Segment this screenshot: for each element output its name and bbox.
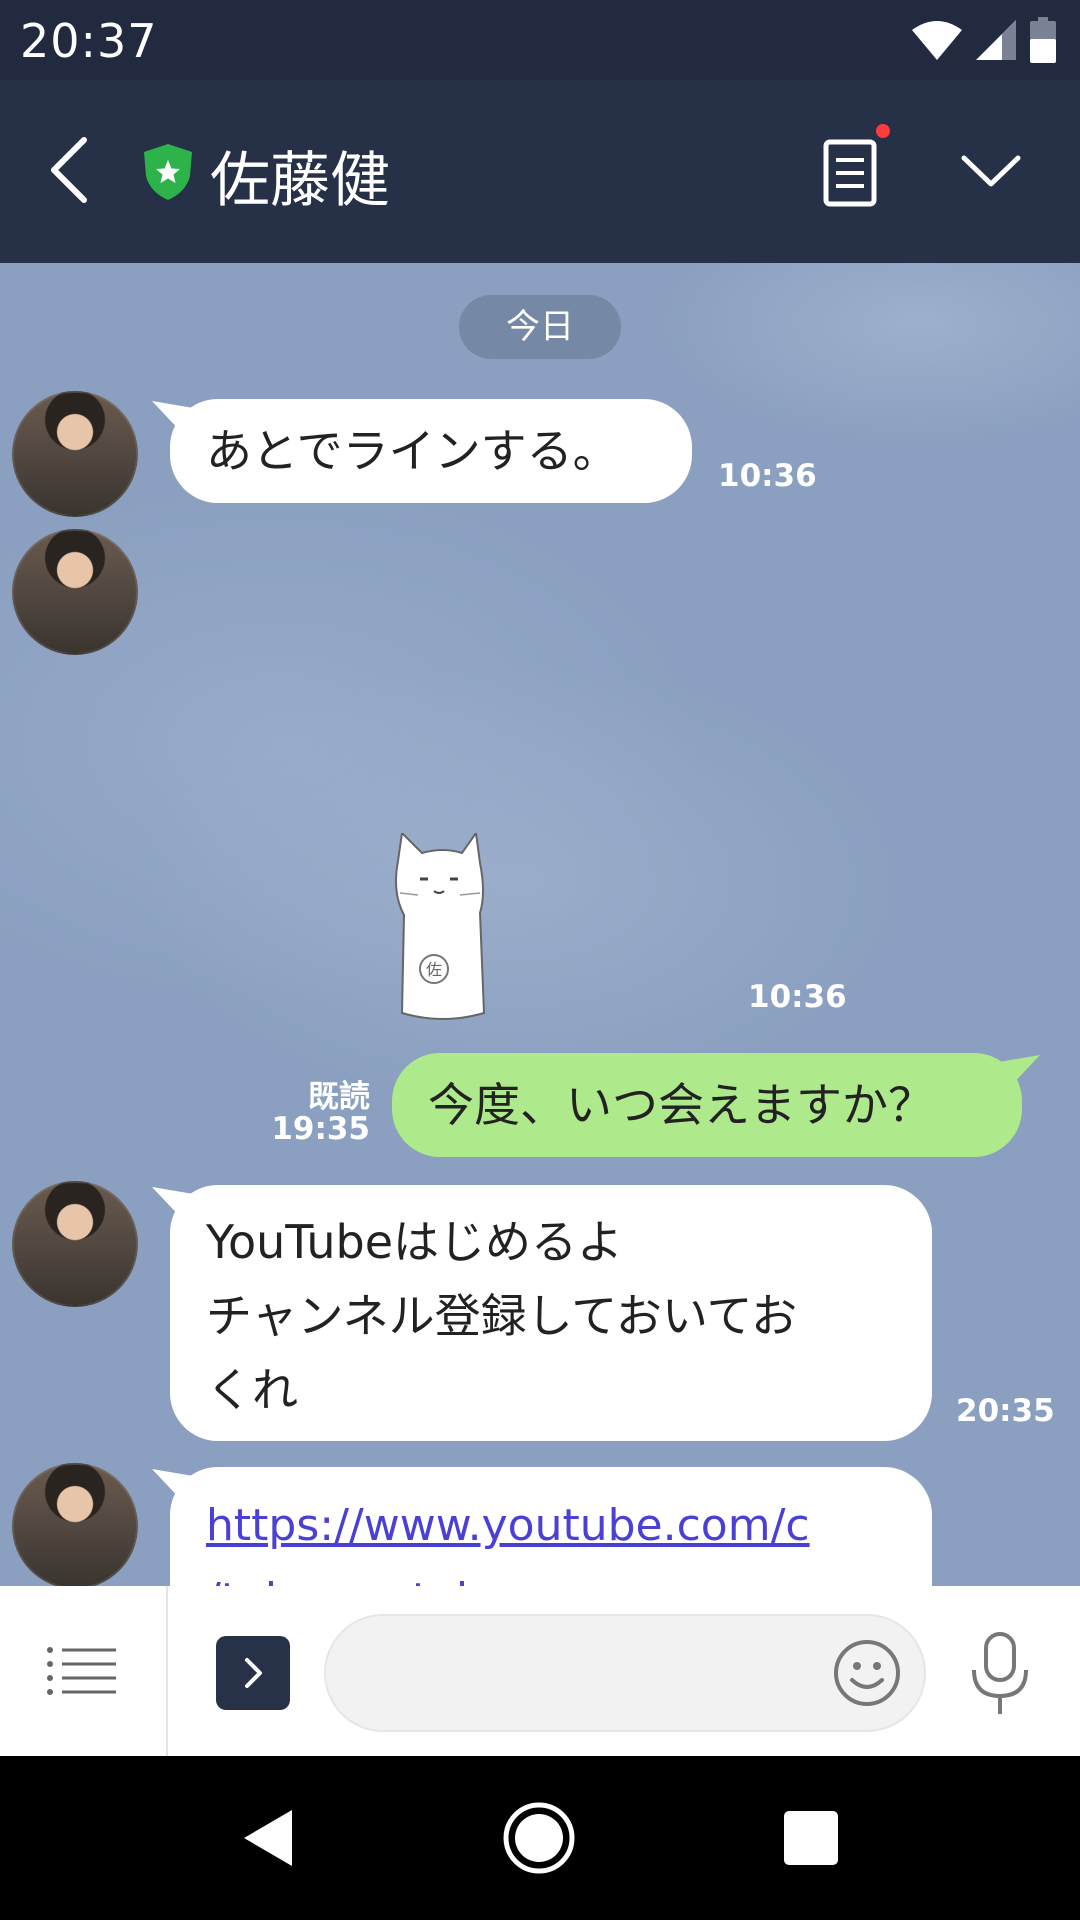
system-nav-bar (0, 1756, 1080, 1920)
contact-avatar[interactable] (12, 1181, 138, 1307)
message-text: 今度、いつ会えますか？ (428, 1078, 934, 1132)
message-bubble[interactable]: あとでラインする。 (170, 399, 692, 503)
contact-avatar[interactable] (12, 529, 138, 655)
message-text: あとでラインする。 (206, 424, 619, 478)
wifi-icon (912, 21, 962, 60)
message-time: 19:35 (271, 1111, 370, 1147)
notification-dot (876, 124, 890, 138)
message-time: 10:36 (748, 979, 847, 1015)
signal-icon (976, 20, 1016, 60)
message-text-line: くれ (206, 1363, 298, 1417)
contact-avatar[interactable] (12, 1463, 138, 1586)
message-bubble-link[interactable]: https://www.youtube.com/c /takerusatoh (170, 1467, 932, 1586)
nav-back-icon[interactable] (240, 1806, 296, 1870)
message-bubble[interactable]: YouTubeはじめるよ チャンネル登録しておいてお くれ (170, 1185, 932, 1441)
contact-avatar[interactable] (12, 391, 138, 517)
back-icon[interactable] (40, 130, 100, 210)
menu-icon (47, 1647, 116, 1695)
message-link[interactable]: /takerusatoh (206, 1563, 896, 1586)
chevron-right-icon (245, 1658, 262, 1688)
svg-text:佐: 佐 (426, 960, 442, 979)
message-time: 20:35 (956, 1393, 1055, 1429)
read-receipt: 既読 (308, 1079, 370, 1115)
status-bar: 20:37 (0, 0, 1080, 80)
smiley-icon[interactable] (832, 1638, 902, 1708)
chevron-down-icon[interactable] (956, 142, 1026, 202)
menu-button[interactable] (0, 1586, 168, 1756)
battery-icon (1030, 17, 1056, 63)
chat-header: 佐藤健 (0, 80, 1080, 263)
message-text-line: チャンネル登録しておいてお (206, 1289, 798, 1343)
expand-button[interactable] (216, 1636, 290, 1710)
chat-area[interactable]: 今日 あとでラインする。 10:36 佐 10:36 既読 19:35 今度、い… (0, 263, 1080, 1586)
message-text-line: YouTubeはじめるよ (206, 1215, 624, 1269)
nav-home-icon[interactable] (502, 1801, 576, 1875)
microphone-icon[interactable] (968, 1630, 1032, 1716)
message-time: 10:36 (718, 458, 817, 494)
status-time: 20:37 (20, 14, 158, 68)
message-link[interactable]: https://www.youtube.com/c (206, 1489, 896, 1563)
status-icons (912, 17, 1056, 63)
message-bubble-outgoing[interactable]: 今度、いつ会えますか？ (392, 1053, 1022, 1157)
chat-title: 佐藤健 (210, 146, 390, 216)
nav-recents-icon[interactable] (784, 1811, 838, 1865)
cat-sticker[interactable]: 佐 (388, 833, 498, 1025)
notes-icon[interactable] (816, 134, 886, 214)
date-separator: 今日 (459, 295, 621, 359)
input-bar (0, 1586, 1080, 1756)
shield-star-icon (144, 144, 192, 200)
